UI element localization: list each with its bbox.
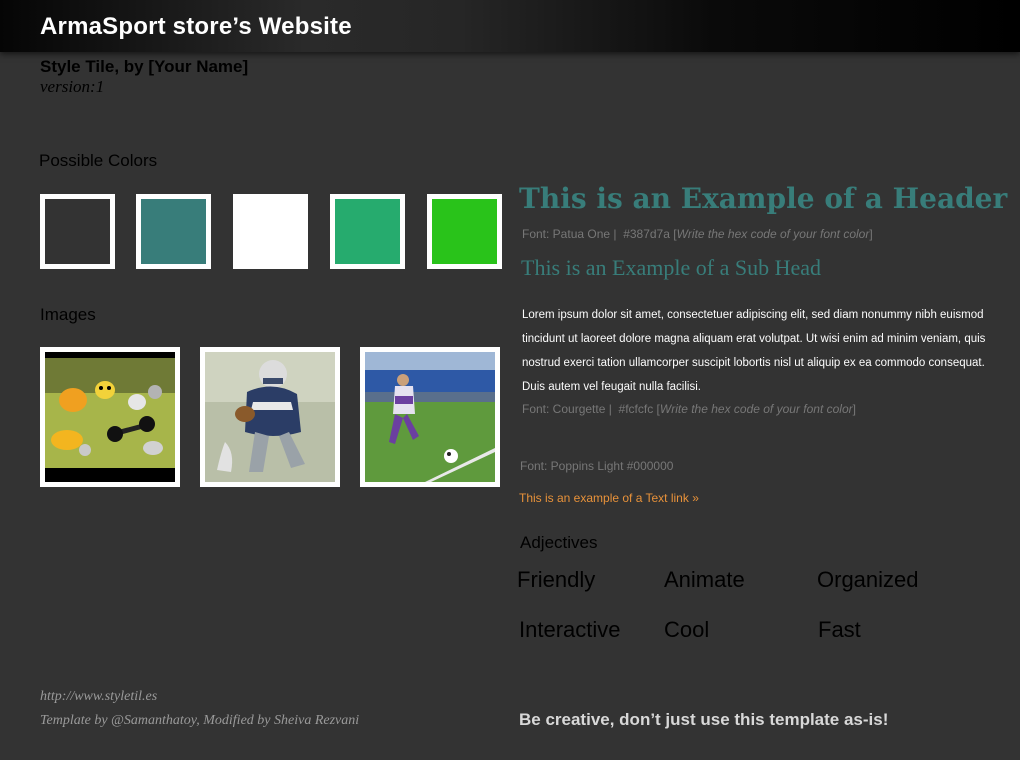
body-font-name: Font: Courgette	[522, 402, 606, 416]
soccer-kid-illustration	[365, 352, 495, 482]
text-link-example[interactable]: This is an example of a Text link »	[519, 491, 699, 505]
footer-tagline: Be creative, don’t just use this templat…	[519, 710, 889, 729]
body-font-hex: #fcfcfc	[618, 402, 654, 416]
color-swatch-bright-green	[427, 194, 502, 269]
soccer-kid-image	[360, 347, 500, 487]
header-example: This is an Example of a Header	[519, 182, 1008, 215]
color-swatch-green	[330, 194, 405, 269]
footer-credit: Template by @Samanthatoy, Modified by Sh…	[40, 713, 360, 728]
adjective-fast: Fast	[818, 617, 861, 642]
sports-equipment-illustration	[45, 352, 175, 482]
style-tile-title: Style Tile, by [Your Name]	[40, 57, 249, 76]
version-label: version:1	[40, 77, 105, 96]
adjective-friendly: Friendly	[517, 567, 596, 592]
adjective-organized: Organized	[817, 567, 919, 592]
football-player-illustration	[205, 352, 335, 482]
adjectives-label: Adjectives	[520, 533, 598, 552]
poppins-font-meta: Font: Poppins Light #000000	[520, 459, 674, 473]
color-swatch-dark	[40, 194, 115, 269]
body-font-note: Write the hex code of your font color	[659, 402, 853, 416]
adjective-animate: Animate	[664, 567, 745, 592]
possible-colors-label: Possible Colors	[39, 151, 158, 170]
images-label: Images	[40, 305, 96, 324]
adjective-cool: Cool	[664, 617, 710, 642]
top-banner: ArmaSport store’s Website	[0, 0, 1020, 52]
header-font-note: Write the hex code of your font color	[676, 227, 870, 241]
header-font-hex: #387d7a	[623, 227, 670, 241]
body-font-meta: Font: Courgette | #fcfcfc [Write the hex…	[522, 402, 856, 416]
header-font-meta: Font: Patua One | #387d7a [Write the hex…	[522, 227, 873, 241]
football-player-image	[200, 347, 340, 487]
footer-url: http://www.styletil.es	[40, 689, 158, 704]
sports-equipment-image	[40, 347, 180, 487]
header-font-name: Font: Patua One	[522, 227, 611, 241]
body-text-example: Lorem ipsum dolor sit amet, consectetuer…	[522, 309, 986, 393]
color-swatch-teal	[136, 194, 211, 269]
color-swatch-white	[233, 194, 308, 269]
subhead-example: This is an Example of a Sub Head	[521, 255, 821, 280]
site-title: ArmaSport store’s Website	[40, 13, 352, 40]
adjective-interactive: Interactive	[519, 617, 621, 642]
